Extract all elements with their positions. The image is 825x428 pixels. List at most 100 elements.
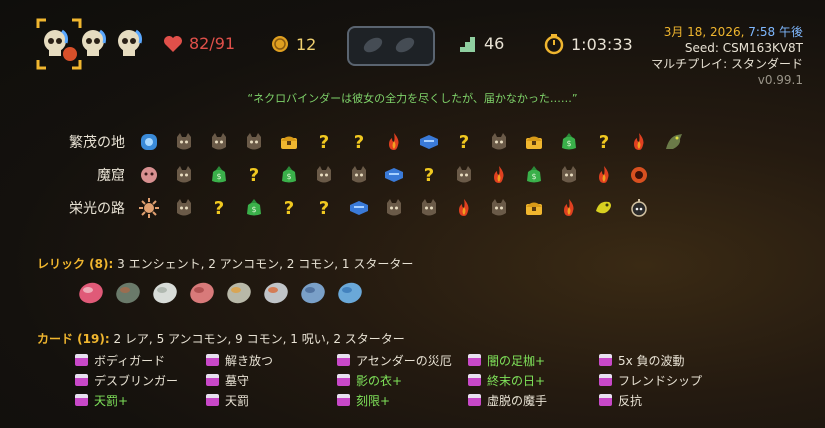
card-entry[interactable]: 闇の足枷+ <box>468 350 547 370</box>
unknown-node-icon[interactable]: ? <box>201 195 236 221</box>
chest-node-icon[interactable] <box>271 129 306 155</box>
card-entry[interactable]: 終末の日+ <box>468 370 547 390</box>
chest-node-icon[interactable] <box>516 195 551 221</box>
card-icon <box>206 394 219 406</box>
monster-node-icon[interactable] <box>166 162 201 188</box>
floor-value: 46 <box>484 34 505 53</box>
scroll-relic-icon[interactable] <box>297 277 329 307</box>
card-icon <box>468 354 481 366</box>
stopwatch-icon <box>544 34 564 55</box>
merchant-node-icon[interactable]: $ <box>201 162 236 188</box>
monster-node-icon[interactable] <box>446 162 481 188</box>
card-entry[interactable]: 虚脱の魔手 <box>468 390 547 410</box>
stairs-icon <box>460 36 475 52</box>
feather-relic-icon[interactable] <box>334 277 366 307</box>
chest-node-icon[interactable] <box>516 129 551 155</box>
monster-node-icon[interactable] <box>236 129 271 155</box>
shop-node-icon[interactable] <box>411 129 446 155</box>
unknown-node-icon[interactable]: ? <box>306 129 341 155</box>
act-row: 栄光の路 ? $?? <box>55 192 691 224</box>
card-name: 天罰+ <box>94 393 129 408</box>
elite-node-icon[interactable] <box>586 162 621 188</box>
monster-node-icon[interactable] <box>341 162 376 188</box>
card-entry[interactable]: フレンドシップ <box>599 370 702 390</box>
unknown-node-icon[interactable]: ? <box>271 195 306 221</box>
card-entry[interactable]: 天罰 <box>206 390 273 410</box>
elite-node-icon[interactable] <box>551 195 586 221</box>
unknown-node-icon[interactable]: ? <box>236 162 271 188</box>
shop-node-icon[interactable] <box>376 162 411 188</box>
crystal-relic-icon[interactable] <box>223 277 255 307</box>
svg-text:?: ? <box>283 198 293 219</box>
merchant-node-icon[interactable]: $ <box>551 129 586 155</box>
elite-node-icon[interactable] <box>481 162 516 188</box>
card-entry[interactable]: デスブリンガー <box>75 370 178 390</box>
card-icon <box>206 374 219 386</box>
unknown-node-icon[interactable]: ? <box>341 129 376 155</box>
card-name: ボディガード <box>94 353 166 368</box>
merchant-node-icon[interactable]: $ <box>236 195 271 221</box>
monster-node-icon[interactable] <box>201 129 236 155</box>
card-icon <box>468 374 481 386</box>
elite-node-icon[interactable] <box>446 195 481 221</box>
svg-text:$: $ <box>216 172 221 181</box>
merchant-node-icon[interactable]: $ <box>516 162 551 188</box>
heart-relic-icon[interactable] <box>75 277 107 307</box>
card-entry[interactable]: 天罰+ <box>75 390 178 410</box>
relics-label: レリック (8): <box>37 257 114 271</box>
monster-node-icon[interactable] <box>481 129 516 155</box>
unknown-node-icon[interactable]: ? <box>446 129 481 155</box>
pearl-relic-icon[interactable] <box>149 277 181 307</box>
empty-potion-icon[interactable] <box>361 35 385 55</box>
monster-node-icon[interactable] <box>481 195 516 221</box>
card-column: 解き放つ 墓守 天罰 <box>206 350 273 410</box>
boss-orb-node-icon[interactable] <box>621 162 656 188</box>
relic-list <box>75 277 366 307</box>
card-entry[interactable]: 影の衣+ <box>337 370 452 390</box>
elite-node-icon[interactable] <box>376 129 411 155</box>
monster-node-icon[interactable] <box>376 195 411 221</box>
cards-summary: 2 レア, 5 アンコモン, 9 コモン, 1 呪い, 2 スターター <box>113 332 405 346</box>
ancient-sun-node-icon[interactable] <box>131 195 166 221</box>
svg-text:$: $ <box>251 205 256 214</box>
monster-node-icon[interactable] <box>306 162 341 188</box>
card-entry[interactable]: 反抗 <box>599 390 702 410</box>
flesh-relic-icon[interactable] <box>186 277 218 307</box>
elite-node-icon[interactable] <box>621 129 656 155</box>
card-column: ボディガードデスブリンガー天罰+ <box>75 350 178 410</box>
potion-slots <box>347 26 435 66</box>
card-entry[interactable]: 5x 負の波動 <box>599 350 702 370</box>
card-name: 天罰 <box>225 393 250 408</box>
monster-node-icon[interactable] <box>166 195 201 221</box>
shop-node-icon[interactable] <box>341 195 376 221</box>
seed-text[interactable]: Seed: CSM163KV8T <box>651 40 803 56</box>
card-entry[interactable]: 墓守 <box>206 370 273 390</box>
empty-potion-icon[interactable] <box>393 35 417 55</box>
svg-text:?: ? <box>353 132 363 153</box>
card-entry[interactable]: アセンダーの災厄 <box>337 350 452 370</box>
heart-icon <box>164 35 182 52</box>
stone-relic-icon[interactable] <box>112 277 144 307</box>
monster-node-icon[interactable] <box>411 195 446 221</box>
svg-text:?: ? <box>213 198 223 219</box>
unknown-node-icon[interactable]: ? <box>586 129 621 155</box>
card-column: 5x 負の波動フレンドシップ 反抗 <box>599 350 702 410</box>
card-icon <box>337 394 350 406</box>
card-entry[interactable]: 刻限+ <box>337 390 452 410</box>
unknown-node-icon[interactable]: ? <box>411 162 446 188</box>
monster-node-icon[interactable] <box>166 129 201 155</box>
card-entry[interactable]: ボディガード <box>75 350 178 370</box>
time-value: 1:03:33 <box>571 34 633 54</box>
monster-node-icon[interactable] <box>551 162 586 188</box>
svg-text:$: $ <box>531 172 536 181</box>
cleaver-relic-icon[interactable] <box>260 277 292 307</box>
boss-bomb-node-icon[interactable] <box>621 195 656 221</box>
boss-vine-node-icon[interactable] <box>656 129 691 155</box>
ancient-pink-node-icon[interactable] <box>131 162 166 188</box>
ancient-blue-node-icon[interactable] <box>131 129 166 155</box>
boss-bird-node-icon[interactable] <box>586 195 621 221</box>
merchant-node-icon[interactable]: $ <box>271 162 306 188</box>
card-name: 5x 負の波動 <box>618 353 685 368</box>
card-entry[interactable]: 解き放つ <box>206 350 273 370</box>
unknown-node-icon[interactable]: ? <box>306 195 341 221</box>
